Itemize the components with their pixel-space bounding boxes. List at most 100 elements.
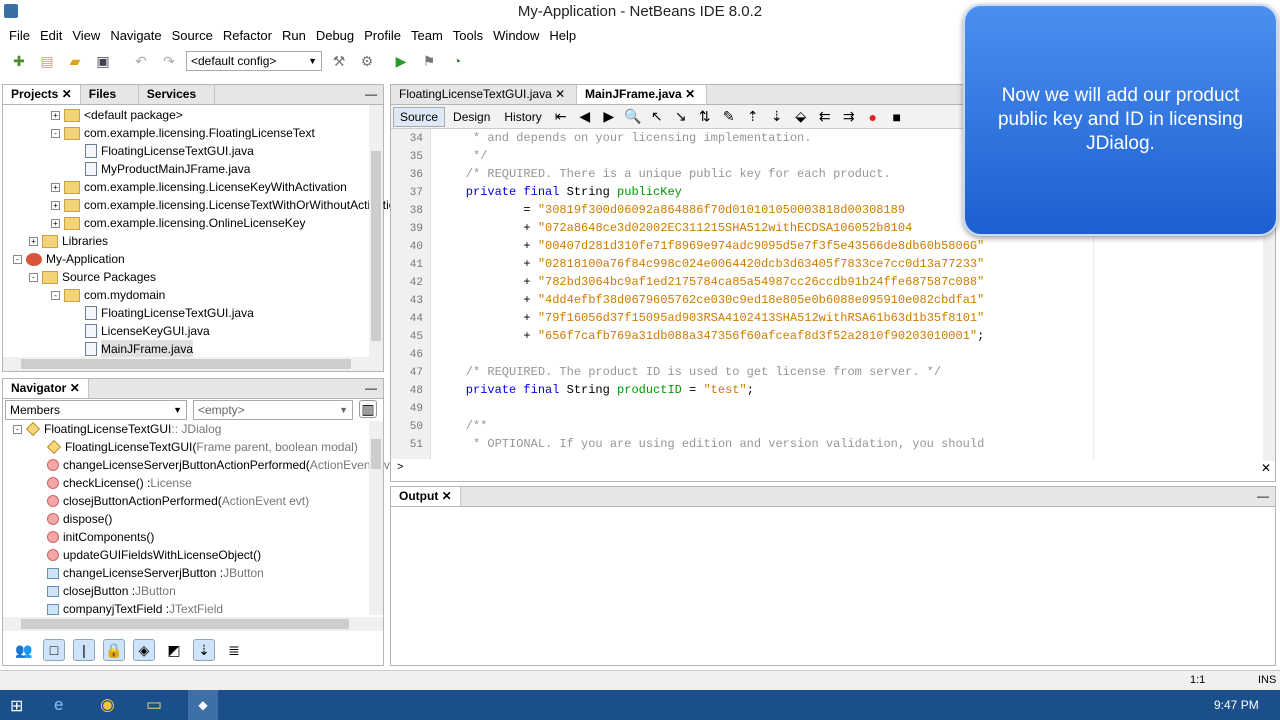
tab-navigator[interactable]: Navigator ✕ (3, 379, 89, 398)
tree-item[interactable]: FloatingLicenseTextGUI.java (85, 142, 254, 160)
collapse-icon[interactable]: - (13, 424, 22, 434)
start-macro-icon[interactable]: ● (862, 106, 884, 128)
navigator-item[interactable]: dispose() (47, 510, 112, 528)
new-file-icon[interactable]: ▤ (36, 50, 58, 72)
run-icon[interactable]: ▶ (390, 50, 412, 72)
collapse-icon[interactable]: - (51, 290, 60, 300)
tab-projects[interactable]: Projects ✕ (3, 85, 81, 104)
navigator-item[interactable]: closejButtonActionPerformed(ActionEvent … (47, 492, 309, 510)
tree-item[interactable]: + com.example.licensing.OnlineLicenseKey (51, 214, 305, 232)
debug-icon[interactable]: ⚑ (418, 50, 440, 72)
show-inner-classes-icon[interactable]: ◈ (133, 639, 155, 661)
navigator-item[interactable]: updateGUIFieldsWithLicenseObject() (47, 546, 261, 564)
config-select[interactable]: <default config> ▼ (186, 51, 322, 71)
close-icon[interactable]: ✕ (555, 87, 565, 101)
menu-run[interactable]: Run (277, 28, 311, 43)
close-icon[interactable]: ✕ (70, 381, 80, 395)
menu-navigate[interactable]: Navigate (105, 28, 166, 43)
tree-item[interactable]: + com.example.licensing.LicenseKeyWithAct… (51, 178, 347, 196)
navigator-item[interactable]: closejButton : JButton (47, 582, 176, 600)
windows-start-icon[interactable]: ⊞ (10, 696, 23, 716)
tab-files[interactable]: Files (81, 85, 139, 104)
shift-right-icon[interactable]: ⇉ (838, 106, 860, 128)
tab-output[interactable]: Output ✕ (391, 487, 461, 506)
minimize-icon[interactable]: — (365, 85, 383, 104)
toggle-highlight-icon[interactable]: ✎ (718, 106, 740, 128)
collapse-icon[interactable]: - (51, 128, 60, 138)
menu-file[interactable]: File (4, 28, 35, 43)
tab-floatinglicensetextgui[interactable]: FloatingLicenseTextGUI.java ✕ (391, 85, 577, 104)
find-icon[interactable]: 🔍 (622, 106, 644, 128)
tree-item[interactable]: + com.example.licensing.LicenseTextWithOr… (51, 196, 395, 214)
navigator-item[interactable]: initComponents() (47, 528, 154, 546)
find-selection-icon[interactable]: ⇅ (694, 106, 716, 128)
back-icon[interactable]: ◀ (574, 106, 596, 128)
redo-icon[interactable]: ↷ (158, 50, 180, 72)
vertical-scrollbar[interactable] (369, 105, 383, 357)
navigator-item[interactable]: checkLicense() : License (47, 474, 192, 492)
design-mode-button[interactable]: Design (447, 108, 496, 126)
expand-icon[interactable]: + (51, 218, 60, 228)
minimize-icon[interactable]: — (365, 379, 383, 398)
fqn-icon[interactable]: ◩ (163, 639, 185, 661)
navigator-item[interactable]: changeLicenseServerjButton : JButton (47, 564, 264, 582)
show-private-icon[interactable]: 🔒 (103, 639, 125, 661)
find-next-icon[interactable]: ↘ (670, 106, 692, 128)
save-all-icon[interactable]: ▣ (92, 50, 114, 72)
expand-icon[interactable]: + (51, 110, 60, 120)
tree-item[interactable]: + Libraries (29, 232, 108, 250)
clean-build-icon[interactable]: ⚒ (328, 50, 350, 72)
find-previous-icon[interactable]: ↖ (646, 106, 668, 128)
navigator-item[interactable]: changeLicenseServerjButtonActionPerforme… (47, 456, 397, 474)
netbeans-taskbar-icon[interactable]: ◆ (188, 690, 218, 720)
open-project-icon[interactable]: ▰ (64, 50, 86, 72)
expand-icon[interactable]: > (397, 461, 403, 473)
horizontal-scrollbar[interactable] (3, 357, 383, 371)
javadoc-icon[interactable]: ▥ (359, 400, 377, 418)
tree-item[interactable]: + <default package> (51, 106, 183, 124)
context-select[interactable]: <empty> ▼ (193, 400, 353, 420)
history-mode-button[interactable]: History (498, 108, 547, 126)
navigator-item[interactable]: FloatingLicenseTextGUI(Frame parent, boo… (46, 438, 358, 456)
sort-by-name-icon[interactable]: ⇣ (193, 639, 215, 661)
close-icon[interactable]: ✕ (442, 489, 452, 503)
tree-item[interactable]: LicenseKeyGUI.java (85, 322, 210, 340)
source-mode-button[interactable]: Source (393, 106, 446, 127)
menu-profile[interactable]: Profile (359, 28, 406, 43)
vertical-scrollbar[interactable] (369, 421, 383, 615)
tree-item[interactable]: - My-Application (13, 250, 125, 268)
shift-left-icon[interactable]: ⇇ (814, 106, 836, 128)
tree-item[interactable]: - com.mydomain (51, 286, 165, 304)
collapse-icon[interactable]: - (29, 272, 38, 282)
menu-refactor[interactable]: Refactor (218, 28, 277, 43)
tab-mainjframe[interactable]: MainJFrame.java ✕ (577, 85, 707, 104)
stop-macro-icon[interactable]: ■ (886, 106, 908, 128)
build-icon[interactable]: ⚙ (356, 50, 378, 72)
expand-icon[interactable]: + (51, 182, 60, 192)
close-icon[interactable]: ✕ (62, 87, 72, 101)
navigator-item[interactable]: companyjTextField : JTextField (47, 600, 223, 618)
file-explorer-icon[interactable]: ▭ (146, 695, 162, 715)
menu-debug[interactable]: Debug (311, 28, 359, 43)
tree-item[interactable]: - com.example.licensing.FloatingLicenseTe… (51, 124, 315, 142)
menu-edit[interactable]: Edit (35, 28, 67, 43)
chrome-icon[interactable]: ◉ (100, 695, 115, 715)
tree-item[interactable]: MyProductMainJFrame.java (85, 160, 250, 178)
menu-source[interactable]: Source (167, 28, 218, 43)
show-static-icon[interactable]: | (73, 639, 95, 661)
sort-by-source-icon[interactable]: ≣ (223, 639, 245, 661)
tree-item[interactable]: FloatingLicenseTextGUI.java (85, 304, 254, 322)
menu-window[interactable]: Window (488, 28, 544, 43)
inherited-members-icon[interactable]: 👥 (13, 639, 35, 661)
horizontal-scrollbar[interactable] (3, 617, 383, 631)
close-icon[interactable]: ✕ (685, 87, 695, 101)
previous-bookmark-icon[interactable]: ⇡ (742, 106, 764, 128)
tree-item[interactable]: - Source Packages (29, 268, 156, 286)
close-icon[interactable]: ✕ (1261, 461, 1271, 475)
next-bookmark-icon[interactable]: ⇣ (766, 106, 788, 128)
new-project-icon[interactable]: ✚ (8, 50, 30, 72)
expand-icon[interactable]: + (29, 236, 38, 246)
menu-help[interactable]: Help (544, 28, 581, 43)
tab-services[interactable]: Services (139, 85, 215, 104)
undo-icon[interactable]: ↶ (130, 50, 152, 72)
